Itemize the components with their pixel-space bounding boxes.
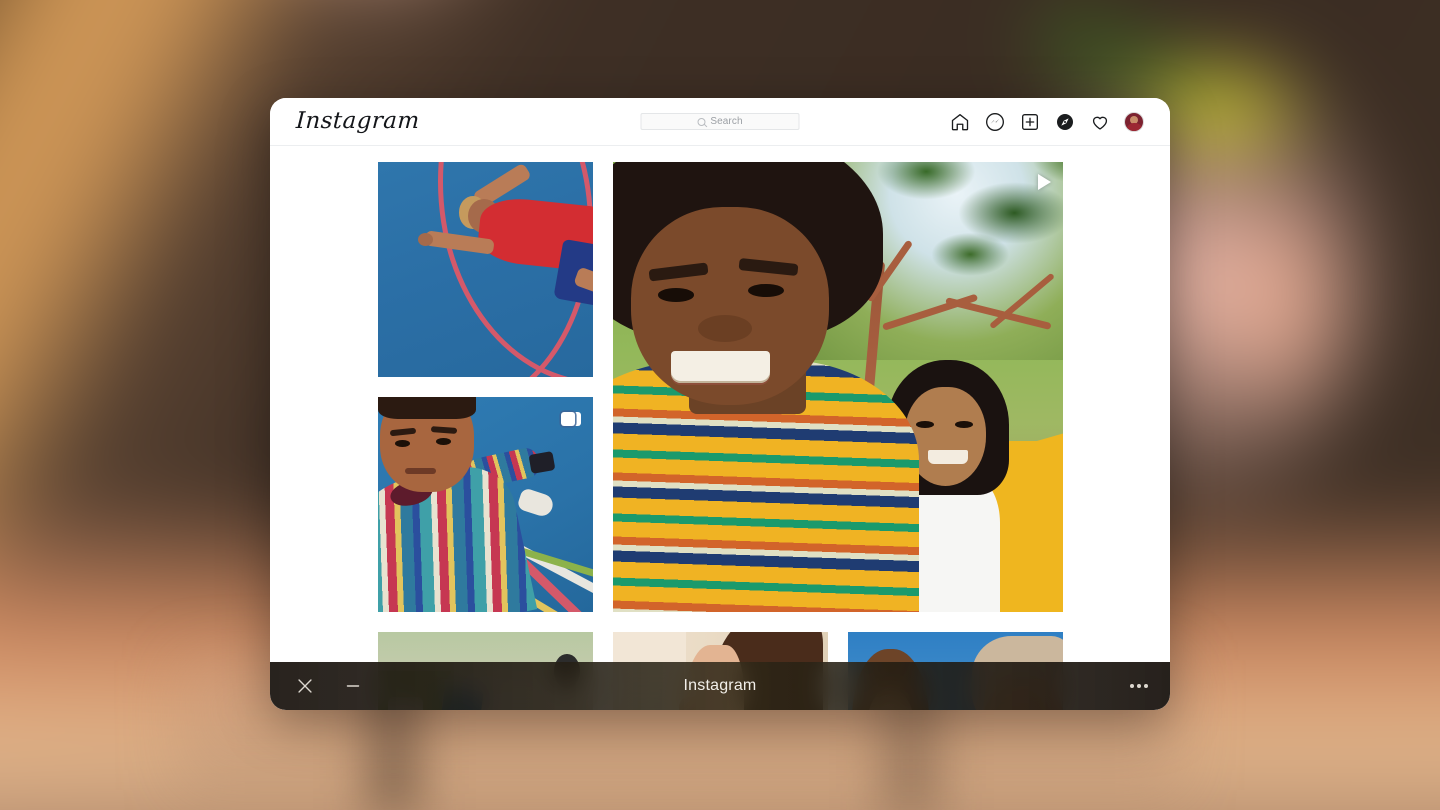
messenger-icon[interactable] — [984, 111, 1006, 133]
instagram-logo[interactable]: Instagram — [295, 110, 420, 133]
more-options-icon[interactable] — [1130, 684, 1148, 688]
post-thumbnail — [378, 397, 593, 612]
app-header: Instagram Search — [270, 98, 1170, 146]
window-controls — [292, 673, 366, 699]
search-icon — [697, 118, 705, 126]
post-thumbnail — [613, 162, 1063, 612]
feed-content — [270, 146, 1170, 710]
activity-heart-icon[interactable] — [1089, 111, 1111, 133]
post-thumbnail — [378, 162, 593, 377]
header-nav — [949, 111, 1144, 133]
window-taskbar: Instagram — [270, 662, 1170, 710]
window-title: Instagram — [684, 677, 757, 695]
close-icon[interactable] — [292, 673, 318, 699]
instagram-app-window: Instagram Search — [270, 98, 1170, 710]
profile-avatar[interactable] — [1124, 112, 1144, 132]
home-icon[interactable] — [949, 111, 971, 133]
minimize-icon[interactable] — [340, 673, 366, 699]
search-placeholder: Search — [710, 116, 742, 127]
search-input[interactable]: Search — [641, 113, 800, 130]
grid-post-2[interactable] — [613, 162, 1063, 612]
photo-grid — [276, 162, 1164, 710]
grid-post-3[interactable] — [378, 397, 593, 612]
new-post-icon[interactable] — [1019, 111, 1041, 133]
explore-icon[interactable] — [1054, 111, 1076, 133]
grid-post-1[interactable] — [378, 162, 593, 377]
